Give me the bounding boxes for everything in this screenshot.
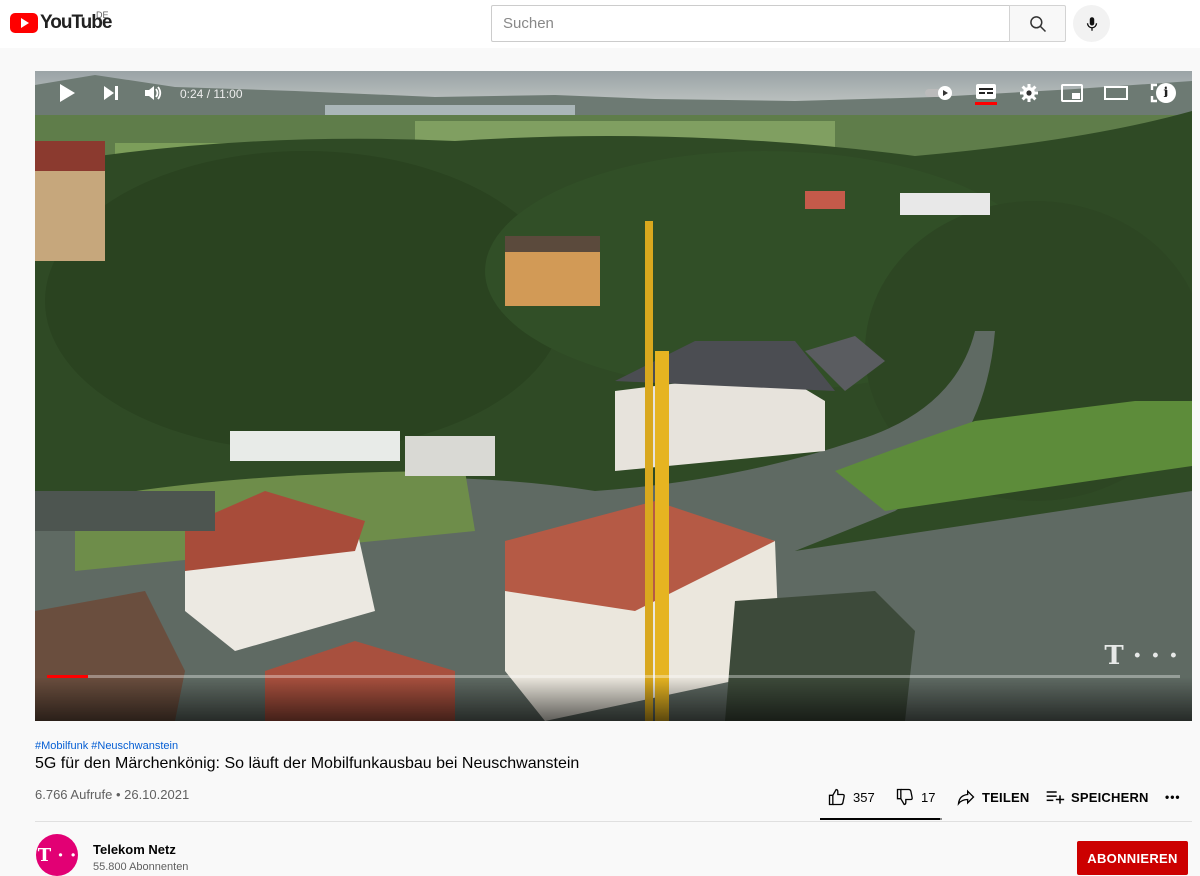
progress-bar-fill xyxy=(47,675,88,678)
next-button[interactable] xyxy=(99,81,123,105)
more-dots-icon: ••• xyxy=(1165,790,1181,804)
time-display: 0:24 / 11:00 xyxy=(180,87,243,101)
dislike-button[interactable]: 17 xyxy=(895,786,935,808)
like-count: 357 xyxy=(853,789,875,805)
channel-avatar[interactable]: T · · xyxy=(36,834,78,876)
dislike-count: 17 xyxy=(921,789,936,805)
volume-button[interactable] xyxy=(141,81,165,105)
search-input[interactable] xyxy=(492,6,1010,41)
voice-search-button[interactable] xyxy=(1073,5,1110,42)
progress-bar[interactable] xyxy=(47,675,1180,678)
play-button[interactable] xyxy=(55,81,79,105)
video-hashtags[interactable]: #Mobilfunk #Neuschwanstein xyxy=(35,740,178,752)
video-player[interactable]: i T · · · 0:24 / 11:00 xyxy=(35,71,1192,721)
like-button[interactable]: 357 xyxy=(827,786,875,808)
autoplay-toggle[interactable] xyxy=(923,81,957,105)
theater-mode-button[interactable] xyxy=(1103,81,1129,105)
miniplayer-icon xyxy=(1061,84,1083,102)
fullscreen-icon xyxy=(1150,83,1170,103)
thumbs-up-icon xyxy=(828,788,845,806)
player-controls xyxy=(35,677,1192,721)
play-icon xyxy=(60,84,75,102)
channel-name[interactable]: Telekom Netz xyxy=(93,842,176,857)
country-code: DE xyxy=(96,10,109,20)
subtitles-icon xyxy=(975,84,997,105)
video-frame xyxy=(35,71,1192,721)
youtube-play-logo-icon xyxy=(10,13,38,33)
video-views-date: 6.766 Aufrufe • 26.10.2021 xyxy=(35,787,190,802)
subscriber-count: 55.800 Abonnenten xyxy=(93,861,189,873)
microphone-icon xyxy=(1086,16,1097,31)
save-button[interactable]: SPEICHERN xyxy=(1045,786,1149,808)
share-label: TEILEN xyxy=(982,789,1030,805)
volume-icon xyxy=(145,86,162,100)
video-title: 5G für den Märchenkönig: So läuft der Mo… xyxy=(35,755,580,772)
fullscreen-button[interactable] xyxy=(1147,81,1173,105)
subscribe-button[interactable]: ABONNIEREN xyxy=(1077,841,1188,875)
playlist-add-icon xyxy=(1046,791,1065,804)
search-button[interactable] xyxy=(1009,5,1066,42)
subtitles-button[interactable] xyxy=(973,81,999,105)
telekom-logo-icon: T · · xyxy=(37,844,77,866)
gear-icon xyxy=(1020,84,1038,102)
divider xyxy=(35,821,1192,822)
telekom-watermark: T · · · xyxy=(1104,641,1178,671)
search-icon xyxy=(1029,15,1046,32)
like-ratio-bar xyxy=(820,818,942,820)
more-actions-button[interactable]: ••• xyxy=(1165,786,1181,808)
search-box xyxy=(491,5,1010,42)
thumbs-down-icon xyxy=(896,788,913,806)
settings-button[interactable] xyxy=(1017,81,1041,105)
share-icon xyxy=(957,789,975,806)
save-label: SPEICHERN xyxy=(1071,789,1149,805)
top-bar: YouTube DE xyxy=(0,0,1200,48)
theater-mode-icon xyxy=(1104,86,1128,100)
skip-next-icon xyxy=(104,86,118,100)
like-ratio-fill xyxy=(820,818,940,820)
autoplay-toggle-icon xyxy=(925,86,952,100)
share-button[interactable]: TEILEN xyxy=(956,786,1029,808)
miniplayer-button[interactable] xyxy=(1059,81,1085,105)
